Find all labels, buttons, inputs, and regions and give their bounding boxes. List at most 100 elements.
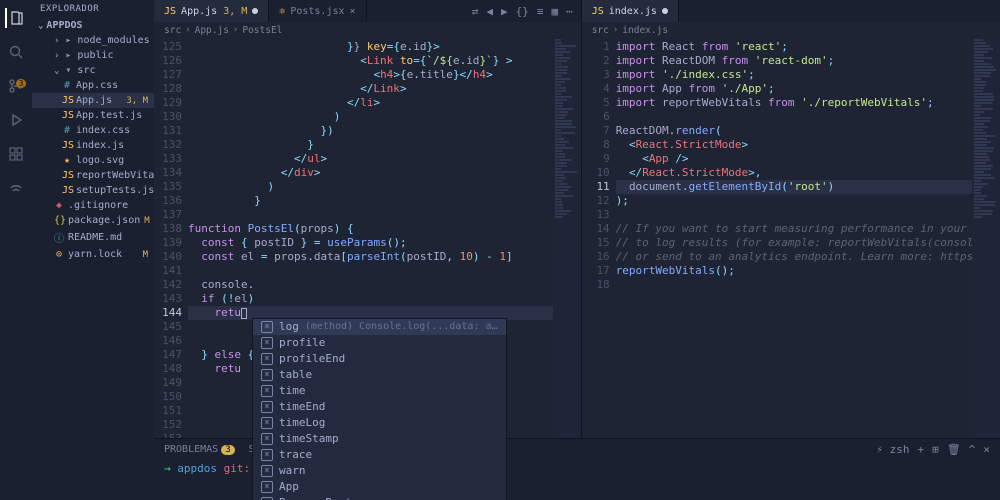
search-icon[interactable] <box>6 42 26 62</box>
tree-item[interactable]: ◈.gitignore <box>32 198 154 213</box>
suggest-label: profile <box>279 336 325 350</box>
tab-file-icon: JS <box>164 6 176 17</box>
panel-tab[interactable]: PROBLEMAS3 <box>164 444 235 455</box>
tree-item[interactable]: ⊙yarn.lockM <box>32 247 154 262</box>
tab-action-icon[interactable]: {} <box>516 5 529 18</box>
debug-icon[interactable] <box>6 110 26 130</box>
suggest-item[interactable]: ⌘timeEnd <box>253 399 506 415</box>
code-area-right[interactable]: 123456789101112131415161718 import React… <box>582 38 1000 500</box>
maximize-icon[interactable]: ^ <box>969 443 976 456</box>
modified-badge: M <box>143 250 148 260</box>
tab-action-icon[interactable]: ⇄ <box>472 5 479 18</box>
tree-item-label: package.json <box>68 215 140 226</box>
crumb[interactable]: App.js <box>195 25 229 36</box>
sidebar: EXPLORADOR ⌄APPDOS ›▸node_modules›▸publi… <box>32 0 154 500</box>
suggest-item[interactable]: ⌘warn <box>253 463 506 479</box>
suggest-item[interactable]: ⌘profileEnd <box>253 351 506 367</box>
trash-icon[interactable]: 🗑 <box>947 443 961 456</box>
suggest-kind-icon: ⌘ <box>261 369 273 381</box>
crumb[interactable]: src <box>164 25 181 36</box>
suggest-item[interactable]: ⌘BrowserRouter <box>253 495 506 500</box>
tab-label: App.js 3, M <box>181 6 247 17</box>
suggest-item[interactable]: ⌘timeStamp <box>253 431 506 447</box>
breadcrumb-left[interactable]: src › App.js › PostsEl <box>154 22 581 38</box>
problems-count: 3 <box>221 445 234 455</box>
tree-item[interactable]: #App.css <box>32 78 154 93</box>
tree-item-label: node_modules <box>77 35 149 46</box>
tree-item-label: public <box>77 50 113 61</box>
explorer-icon[interactable] <box>5 8 25 28</box>
code-area-left[interactable]: 1251261271281291301311321331341351361371… <box>154 38 581 500</box>
editor-tab[interactable]: JS App.js 3, M <box>154 0 269 22</box>
tree-item[interactable]: ⓘREADME.md <box>32 228 154 247</box>
tree-item[interactable]: #index.css <box>32 123 154 138</box>
file-icon: ⊙ <box>54 249 64 260</box>
suggest-label: table <box>279 368 312 382</box>
tab-action-icon[interactable]: ◀ <box>486 5 493 18</box>
suggest-item[interactable]: ⌘profile <box>253 335 506 351</box>
crumb[interactable]: src <box>592 25 609 36</box>
suggest-item[interactable]: ⌘trace <box>253 447 506 463</box>
tree-item-label: index.css <box>76 125 130 136</box>
suggest-label: log <box>279 320 299 334</box>
suggest-item[interactable]: ⌘time <box>253 383 506 399</box>
tab-action-icon[interactable]: ⋯ <box>566 5 573 18</box>
chevron-icon: › <box>54 51 59 61</box>
breadcrumb-right[interactable]: src › index.js <box>582 22 1000 38</box>
minimap-right[interactable] <box>972 38 1000 500</box>
minimap-left[interactable] <box>553 38 581 500</box>
tree-item[interactable]: JSindex.js <box>32 138 154 153</box>
editor-cursor <box>241 308 247 319</box>
code-right[interactable]: import React from 'react';import ReactDO… <box>616 38 972 500</box>
suggest-item[interactable]: ⌘ table <box>253 367 506 383</box>
editor-group: JS App.js 3, M ⚛Posts.jsx× ⇄ ◀ ▶ {} ≡ ▦ ⋯ src › A… <box>154 0 1000 500</box>
tab-file-icon: JS <box>592 6 604 17</box>
new-terminal-icon[interactable]: + <box>918 443 925 456</box>
tree-item[interactable]: ›▸node_modules <box>32 33 154 48</box>
split-terminal-icon[interactable]: ⊞ <box>932 443 939 456</box>
suggest-item[interactable]: ⌘log(method) Console.log(...data: a… <box>253 319 506 335</box>
suggest-kind-icon: ⌘ <box>261 417 273 429</box>
file-icon: JS <box>62 170 72 181</box>
crumb[interactable]: index.js <box>622 25 668 36</box>
prompt-arrow: → <box>164 462 171 475</box>
gutter-left: 1251261271281291301311321331341351361371… <box>154 38 188 500</box>
tree-item-label: .gitignore <box>68 200 128 211</box>
tree-item[interactable]: ›▸public <box>32 48 154 63</box>
editor-tab[interactable]: ⚛Posts.jsx× <box>269 0 366 22</box>
extensions-icon[interactable] <box>6 144 26 164</box>
tree-item[interactable]: JSApp.js3, M <box>32 93 154 108</box>
remote-icon[interactable] <box>6 178 26 198</box>
tree-item-label: App.js <box>76 95 112 106</box>
tab-action-icon[interactable]: ▦ <box>551 5 558 18</box>
close-icon[interactable]: × <box>350 6 356 17</box>
tab-action-icon[interactable]: ▶ <box>501 5 508 18</box>
tree-item[interactable]: JSreportWebVitals.js <box>32 168 154 183</box>
file-icon: {} <box>54 215 64 226</box>
chevron-icon: › <box>54 36 59 46</box>
close-panel-icon[interactable]: × <box>983 443 990 456</box>
chevron-icon: ⌄ <box>54 66 59 76</box>
suggest-kind-icon: ⌘ <box>261 449 273 461</box>
project-title[interactable]: ⌄APPDOS <box>32 18 154 33</box>
tree-item[interactable]: ⌄▾src <box>32 63 154 78</box>
tab-label: index.js <box>609 6 657 17</box>
suggest-item[interactable]: ⌘App <box>253 479 506 495</box>
tree-item[interactable]: {}package.jsonM <box>32 213 154 228</box>
code-left[interactable]: }} key={e.id}> <Link to={`/${e.id}`} > <… <box>188 38 553 500</box>
shell-label[interactable]: ⚡ zsh <box>876 443 909 456</box>
editor-tab[interactable]: JS index.js <box>582 0 679 22</box>
tab-bar-right: JS index.js <box>582 0 1000 22</box>
file-icon: # <box>62 80 72 91</box>
suggest-label: BrowserRouter <box>279 496 365 500</box>
tree-item[interactable]: JSApp.test.js <box>32 108 154 123</box>
tab-action-icon[interactable]: ≡ <box>537 5 544 18</box>
file-icon: JS <box>62 185 72 196</box>
tree-item[interactable]: ★logo.svg <box>32 153 154 168</box>
suggest-item[interactable]: ⌘timeLog <box>253 415 506 431</box>
suggest-hint: (method) Console.log(...data: a… <box>305 320 498 334</box>
intellisense-popup[interactable]: ⌘log(method) Console.log(...data: a…⌘pro… <box>252 318 507 500</box>
tree-item[interactable]: JSsetupTests.js <box>32 183 154 198</box>
crumb[interactable]: PostsEl <box>242 25 282 36</box>
source-control-icon[interactable]: 3 <box>6 76 26 96</box>
